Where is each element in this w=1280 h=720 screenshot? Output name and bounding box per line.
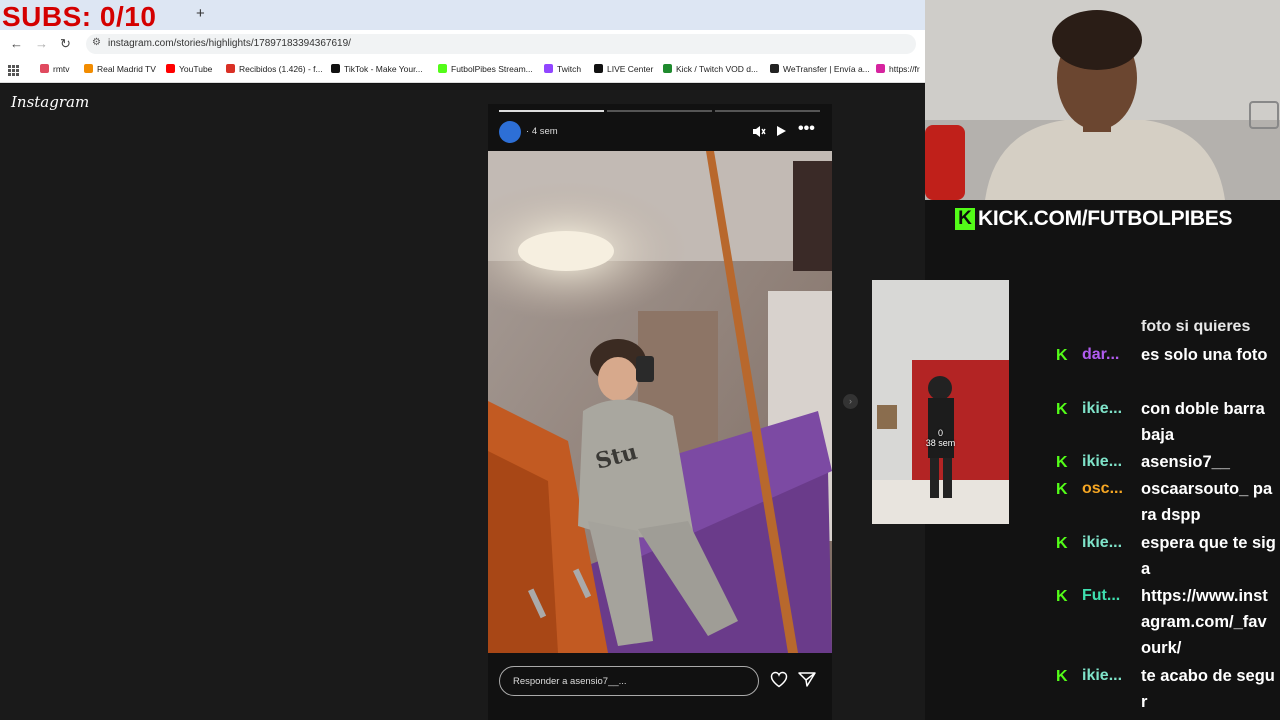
chat-text: https://www.instagram.com/_favourk/ [1141,587,1268,657]
bookmark-favicon-icon [226,64,235,73]
adjacent-story-preview[interactable]: 0 38 sem [872,280,1009,524]
reply-input[interactable]: Responder a asensio7__... [499,666,759,696]
bookmark-label: Twitch [557,64,582,74]
chat-text: asensio7__ [1141,453,1230,471]
bookmark-item[interactable]: TikTok - Make Your... [331,64,423,74]
chat-cut-message: foto si quieres [1141,320,1251,335]
apps-grid-icon[interactable] [8,65,19,76]
chat-text: te acabo de segur [1141,667,1275,711]
story-progress-bar [499,110,820,112]
bookmark-item[interactable]: https://fr [876,64,920,74]
kick-badge-icon: K [1056,535,1070,551]
bookmark-favicon-icon [876,64,885,73]
bookmark-favicon-icon [438,64,447,73]
progress-segment [499,110,604,112]
bookmark-item[interactable]: FutbolPibes Stream... [438,64,533,74]
bookmark-label: WeTransfer | Envía a... [783,64,870,74]
chat-username[interactable]: ikie... [1082,534,1122,552]
bookmark-favicon-icon [40,64,49,73]
bookmark-item[interactable]: WeTransfer | Envía a... [770,64,870,74]
play-icon[interactable] [776,125,787,140]
mute-icon[interactable] [752,125,766,141]
kick-badge-icon: K [1056,669,1070,685]
send-icon[interactable] [798,671,816,689]
adjacent-story-time: 0 38 sem [925,428,956,448]
bookmark-item[interactable]: YouTube [166,64,212,74]
story-image: Stu [488,151,832,653]
browser-toolbar: ← → ↻ ⚙ instagram.com/stories/highlights… [0,30,925,58]
more-options-icon[interactable]: ••• [798,120,815,138]
bookmark-label: LIVE Center [607,64,654,74]
bookmark-item[interactable]: Real Madrid TV [84,64,156,74]
story-nav-arrow-icon[interactable]: › [843,394,858,409]
bookmark-label: rmtv [53,64,70,74]
subs-counter: SUBS: 0/10 [2,1,157,32]
new-tab-button[interactable]: + [196,5,205,22]
bookmarks-bar: rmtv Real Madrid TV YouTube Recibidos (1.42… [0,58,925,83]
kick-url: KICK.COM/FUTBOLPIBES [978,207,1233,230]
browser-tabstrip: SUBS: 0/10 + [0,0,925,32]
stream-chat: foto si quieres Kdar... es solo una foto K… [1040,320,1280,720]
bookmark-item[interactable]: LIVE Center [594,64,653,74]
heart-icon[interactable] [770,671,788,689]
forward-arrow-icon[interactable]: → [35,36,48,51]
bookmark-favicon-icon [770,64,779,73]
kick-badge-icon: K [1056,455,1070,471]
site-info-icon[interactable]: ⚙ [92,37,101,48]
url-text: instagram.com/stories/highlights/1789718… [108,38,351,49]
bookmark-favicon-icon [166,64,175,73]
bookmark-label: TikTok - Make Your... [344,64,423,74]
bookmark-favicon-icon [544,64,553,73]
webcam-feed [925,0,1280,200]
bookmark-item[interactable]: Twitch [544,64,581,74]
kick-logo-icon: K [955,208,975,230]
chat-text: espera que te siga [1141,533,1276,578]
bookmark-label: YouTube [179,64,213,74]
progress-segment [607,110,712,112]
reload-icon[interactable]: ↻ [60,36,71,52]
chat-username[interactable]: ikie... [1082,453,1122,471]
kick-badge-icon: K [1056,348,1070,364]
kick-banner: K KICK.COM/FUTBOLPIBES [925,200,1280,236]
story-viewer[interactable]: · 4 sem ••• Stu Responder a asensio7__..… [488,104,832,720]
bookmark-favicon-icon [663,64,672,73]
chat-text: oscaarsouto_ para dspp [1141,480,1273,524]
bookmark-item[interactable]: Recibidos (1.426) - f... [226,64,323,74]
chat-username[interactable]: ikie... [1082,667,1122,685]
chat-username[interactable]: osc... [1082,480,1123,498]
chat-text: con doble barra baja [1141,399,1265,444]
chat-username[interactable]: Fut... [1082,587,1120,605]
story-timestamp: · 4 sem [526,126,558,137]
story-avatar[interactable] [499,121,521,143]
reply-placeholder: Responder a asensio7__... [513,676,627,687]
progress-segment [715,110,820,112]
instagram-logo[interactable]: Instagram [11,93,89,111]
chat-username[interactable]: dar... [1082,346,1119,364]
address-bar[interactable]: ⚙ instagram.com/stories/highlights/17897… [86,34,916,54]
bookmark-label: Kick / Twitch VOD d... [676,64,759,74]
kick-badge-icon: K [1056,482,1070,498]
kick-badge-icon: K [1056,401,1070,417]
chat-text: es solo una foto [1141,346,1268,364]
bookmark-favicon-icon [84,64,93,73]
instagram-page: Instagram · 4 sem ••• Stu Responder a as… [0,84,1009,720]
kick-badge-icon: K [1056,589,1070,605]
bookmark-item[interactable]: Kick / Twitch VOD d... [663,64,758,74]
bookmark-favicon-icon [331,64,340,73]
bookmark-favicon-icon [594,64,603,73]
bookmark-label: FutbolPibes Stream... [451,64,533,74]
back-arrow-icon[interactable]: ← [10,36,23,51]
bookmark-label: Recibidos (1.426) - f... [239,64,323,74]
bookmark-label: https://fr [889,64,920,74]
chat-username[interactable]: ikie... [1082,400,1122,418]
bookmark-label: Real Madrid TV [97,64,156,74]
bookmark-item[interactable]: rmtv [40,64,70,74]
